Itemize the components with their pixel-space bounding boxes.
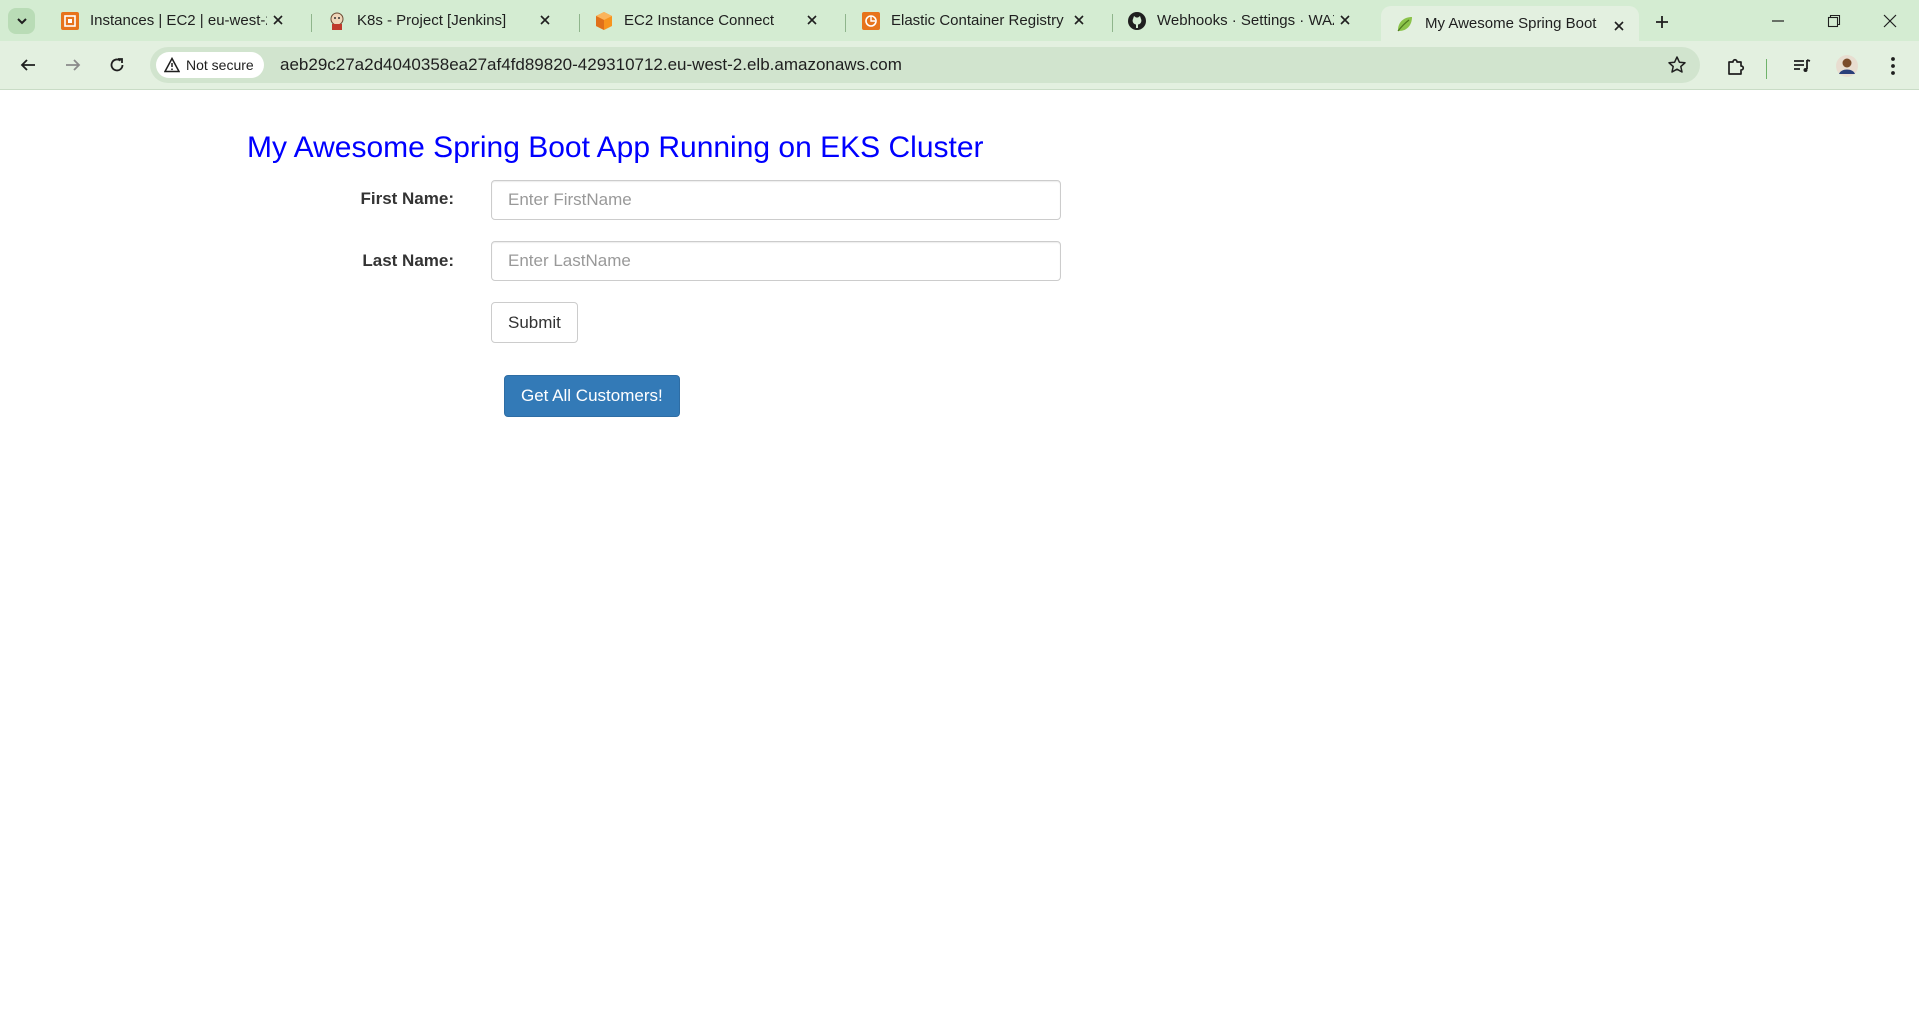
tab-instances-ec2[interactable]: Instances | EC2 | eu-west-2: [46, 0, 298, 41]
back-button[interactable]: [14, 51, 42, 79]
security-indicator[interactable]: Not secure: [156, 52, 264, 78]
aws-cube-icon: [594, 11, 614, 31]
close-icon[interactable]: [1337, 12, 1353, 28]
address-bar[interactable]: Not secure aeb29c27a2d4040358ea27af4fd89…: [150, 47, 1700, 83]
restore-button[interactable]: [1814, 6, 1854, 36]
reload-button[interactable]: [103, 51, 131, 79]
tab-title: Webhooks · Settings · WAZ: [1157, 12, 1334, 29]
first-name-input[interactable]: [491, 180, 1061, 220]
toolbar-separator: [1766, 59, 1767, 79]
arrow-left-icon: [20, 59, 35, 71]
tab-title: Instances | EC2 | eu-west-2: [90, 12, 267, 29]
security-label: Not secure: [186, 57, 254, 73]
tab-ec2-instance-connect[interactable]: EC2 Instance Connect: [580, 0, 832, 41]
get-all-customers-button[interactable]: Get All Customers!: [504, 375, 680, 417]
puzzle-icon: [1728, 58, 1745, 75]
url-text[interactable]: aeb29c27a2d4040358ea27af4fd89820-4293107…: [280, 55, 902, 75]
extensions-button[interactable]: [1723, 53, 1749, 79]
page-title: My Awesome Spring Boot App Running on EK…: [247, 131, 984, 164]
restore-icon: [1827, 14, 1841, 28]
minimize-button[interactable]: [1758, 6, 1798, 36]
warning-icon: [164, 57, 180, 73]
tab-spring-boot-app[interactable]: My Awesome Spring Boot: [1381, 6, 1639, 41]
star-icon: [1668, 56, 1686, 73]
avatar-icon: [1836, 55, 1858, 77]
aws-ec2-icon: [60, 11, 80, 31]
tab-separator: [311, 14, 312, 32]
plus-icon: [1656, 16, 1668, 28]
first-name-label: First Name:: [360, 189, 454, 208]
close-icon[interactable]: [1611, 18, 1627, 34]
github-icon: [1127, 11, 1147, 31]
close-icon[interactable]: [1071, 12, 1087, 28]
new-tab-button[interactable]: [1650, 10, 1674, 34]
tab-jenkins[interactable]: K8s - Project [Jenkins]: [313, 0, 565, 41]
close-icon[interactable]: [537, 12, 553, 28]
browser-toolbar: Not secure aeb29c27a2d4040358ea27af4fd89…: [0, 41, 1919, 90]
more-vertical-icon: [1891, 57, 1895, 75]
tab-title: My Awesome Spring Boot: [1425, 15, 1597, 32]
aws-ecr-icon: [861, 11, 881, 31]
chevron-down-icon: [16, 18, 27, 25]
tab-separator: [845, 14, 846, 32]
close-window-button[interactable]: [1870, 6, 1910, 36]
reload-icon: [110, 58, 124, 72]
media-queue-icon: [1794, 59, 1811, 72]
minimize-icon: [1772, 20, 1784, 22]
spring-leaf-icon: [1395, 14, 1415, 34]
last-name-input[interactable]: [491, 241, 1061, 281]
arrow-right-icon: [66, 59, 81, 71]
close-icon[interactable]: [804, 12, 820, 28]
tab-strip: Instances | EC2 | eu-west-2 K8s - Projec…: [0, 0, 1919, 41]
tab-title: K8s - Project [Jenkins]: [357, 12, 507, 29]
submit-button[interactable]: Submit: [491, 302, 578, 343]
tab-search-button[interactable]: [8, 8, 35, 34]
tab-title: EC2 Instance Connect: [624, 12, 775, 29]
tab-github-webhooks[interactable]: Webhooks · Settings · WAZ: [1113, 0, 1365, 41]
media-control-button[interactable]: [1789, 53, 1815, 79]
close-icon: [1883, 14, 1897, 28]
close-icon[interactable]: [270, 12, 286, 28]
tab-ecr[interactable]: Elastic Container Registry -: [847, 0, 1099, 41]
bookmark-button[interactable]: [1666, 54, 1688, 76]
jenkins-icon: [327, 11, 347, 31]
profile-button[interactable]: [1834, 53, 1860, 79]
forward-button[interactable]: [59, 51, 87, 79]
browser-menu-button[interactable]: [1880, 53, 1906, 79]
tab-title: Elastic Container Registry -: [891, 12, 1068, 29]
last-name-label: Last Name:: [362, 251, 454, 270]
